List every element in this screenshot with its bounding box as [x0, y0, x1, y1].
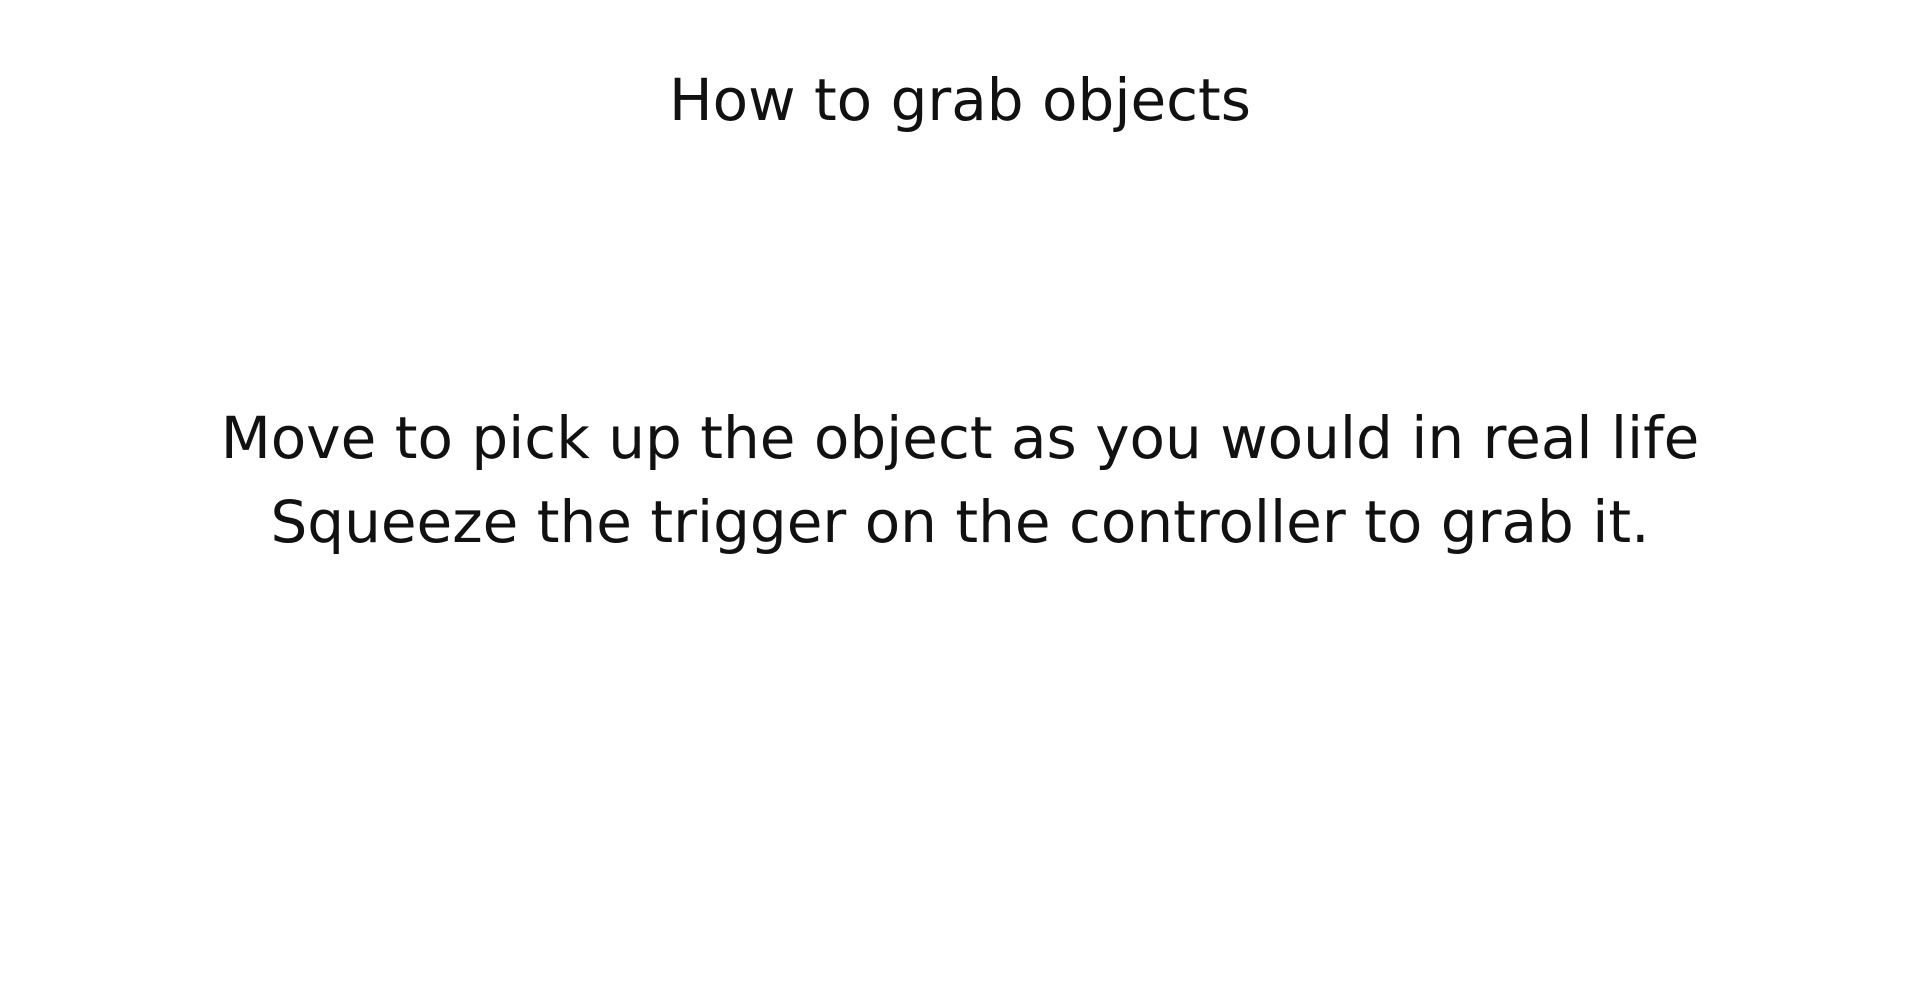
- tutorial-screen: How to grab objects Move to pick up the …: [0, 0, 1920, 997]
- tutorial-title: How to grab objects: [668, 66, 1252, 134]
- instruction-line-squeeze: Squeeze the trigger on the controller to…: [270, 488, 1650, 556]
- instruction-line-move: Move to pick up the object as you would …: [220, 404, 1700, 472]
- tutorial-instructions: Move to pick up the object as you would …: [0, 396, 1920, 564]
